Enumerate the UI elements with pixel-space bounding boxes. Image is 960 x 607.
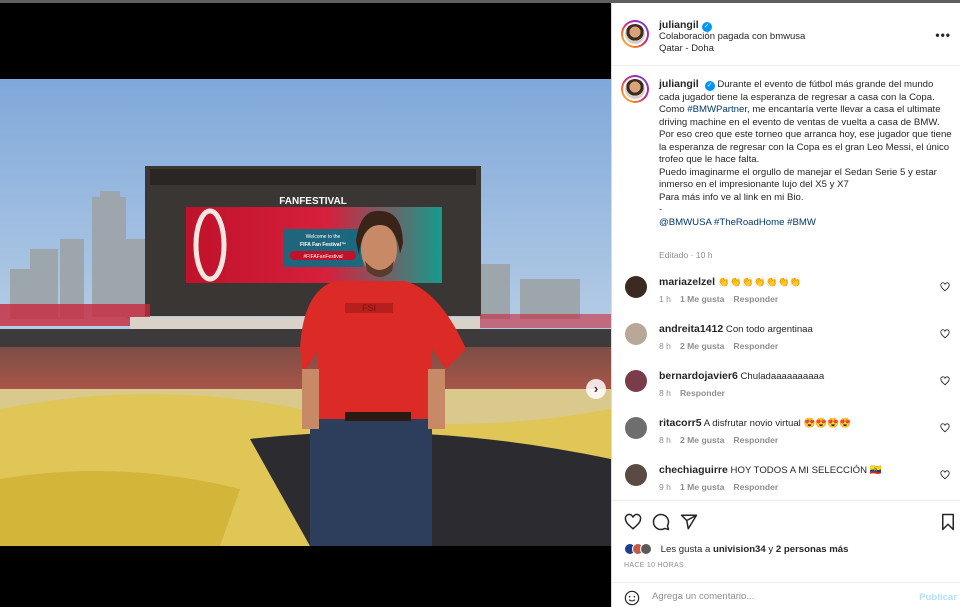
likes-text: Les gusta a univision34 y 2 personas más xyxy=(661,544,849,555)
commenter-username[interactable]: chechiaguirre xyxy=(659,464,728,476)
post-caption: juliangil ✓ Durante el evento de fútbol m… xyxy=(612,67,960,267)
heart-icon[interactable] xyxy=(624,513,642,531)
reply-button[interactable]: Responder xyxy=(733,294,778,304)
comment-time: 8 h xyxy=(659,435,671,445)
caption-edited: Editado · 10 h xyxy=(659,250,713,260)
publish-button[interactable]: Publicar xyxy=(919,592,957,603)
comment-form: Publicar xyxy=(612,582,960,607)
caption-line-6: - xyxy=(659,204,663,215)
comment-input[interactable] xyxy=(652,591,892,602)
comment-time: 8 h xyxy=(659,388,671,398)
edited-label: Editado xyxy=(659,250,689,260)
carousel-next-button[interactable]: › xyxy=(586,379,606,399)
comment-item: andreita1412 Con todo argentinaa 8 h 2 Me… xyxy=(612,323,960,369)
likes-others-link[interactable]: 2 personas más xyxy=(776,544,849,555)
caption-author-avatar[interactable] xyxy=(621,75,649,103)
post-actions: Les gusta a univision34 y 2 personas más… xyxy=(612,500,960,607)
caption-text: juliangil ✓ Durante el evento de fútbol m… xyxy=(659,78,955,229)
bookmark-icon[interactable] xyxy=(939,513,957,531)
heart-icon[interactable] xyxy=(940,470,950,480)
commenter-username[interactable]: bernardojavier6 xyxy=(659,370,738,382)
caption-line-5: Para más info ve al link en mi Bio. xyxy=(659,191,804,203)
commenter-username[interactable]: andreita1412 xyxy=(659,323,723,335)
comment-time: 1 h xyxy=(659,294,671,304)
comment-text: A disfrutar novio virtual 😍😍😍😍 xyxy=(703,418,852,429)
screen-title-text: FIFA Fan Festival™ xyxy=(300,242,346,248)
comment-likes[interactable]: 2 Me gusta xyxy=(680,341,724,351)
comment-item: ritacorr5 A disfrutar novio virtual 😍😍😍😍… xyxy=(612,417,960,463)
heart-icon[interactable] xyxy=(940,423,950,433)
post-side-panel: juliangil ✓ Colaboración pagada con bmwus… xyxy=(611,3,960,607)
caption-verified-icon: ✓ xyxy=(704,81,715,91)
comment-text: Chuladaaaaaaaaaa xyxy=(740,371,825,382)
comment-likes[interactable]: 1 Me gusta xyxy=(680,294,724,304)
emoji-icon[interactable] xyxy=(624,590,640,606)
caption-hashtag-bmwpartner[interactable]: #BMWPartner xyxy=(687,104,747,115)
post-location[interactable]: Qatar - Doha xyxy=(659,43,714,54)
shirt-logo: FSI xyxy=(362,303,376,313)
caption-username[interactable]: juliangil xyxy=(659,78,699,90)
likes-conjunction: y xyxy=(768,543,774,555)
caption-line-1: Durante el evento de fútbol más grande d… xyxy=(659,79,935,103)
comment-time: 8 h xyxy=(659,341,671,351)
edited-time: 10 h xyxy=(695,250,713,260)
reply-button[interactable]: Responder xyxy=(680,388,725,398)
heart-icon[interactable] xyxy=(940,329,950,339)
reply-button[interactable]: Responder xyxy=(733,435,778,445)
author-username[interactable]: juliangil xyxy=(659,19,699,31)
post-photo[interactable]: FANFESTIVAL Welcome to the FIFA Fan Fest… xyxy=(0,79,611,546)
comment-icon[interactable] xyxy=(652,513,670,531)
heart-icon[interactable] xyxy=(940,376,950,386)
share-icon[interactable] xyxy=(680,513,698,531)
caption-line-4: Puedo imaginarme el orgullo de manejar e… xyxy=(659,166,937,191)
heart-icon[interactable] xyxy=(940,282,950,292)
caption-line-2-prefix: Como xyxy=(659,104,688,115)
likes-prefix: Les gusta a xyxy=(660,543,711,555)
comment-item: mariazelzel 👏👏👏👏👏👏👏 1 h 1 Me gusta Respond… xyxy=(612,276,960,322)
commenter-username[interactable]: ritacorr5 xyxy=(659,417,702,429)
more-horizontal-icon[interactable]: ••• xyxy=(935,28,951,42)
caption-tags[interactable]: @BMWUSA #TheRoadHome #BMW xyxy=(659,217,816,228)
screen-welcome-text: Welcome to the xyxy=(306,234,341,240)
collab-partner-link[interactable]: bmwusa xyxy=(770,31,805,42)
likes-summary[interactable]: Les gusta a univision34 y 2 personas más xyxy=(624,543,848,555)
liker-avatar xyxy=(640,543,652,555)
reply-button[interactable]: Responder xyxy=(733,341,778,351)
comment-text: HOY TODOS A MI SELECCIÓN 🇪🇨 xyxy=(730,465,882,476)
post-timestamp: HACE 10 HORAS xyxy=(624,562,684,569)
caption-line-3: Por eso creo que este torneo que arranca… xyxy=(659,129,952,165)
paid-partnership: Colaboración pagada con bmwusa xyxy=(659,31,805,42)
reply-button[interactable]: Responder xyxy=(733,482,778,492)
screen-brand-text: FANFESTIVAL xyxy=(279,196,347,207)
commenter-avatar[interactable] xyxy=(625,323,647,345)
comment-text: Con todo argentinaa xyxy=(725,324,813,335)
commenter-avatar[interactable] xyxy=(625,276,647,298)
commenter-avatar[interactable] xyxy=(625,417,647,439)
comment-item: bernardojavier6 Chuladaaaaaaaaaa 8 h Resp… xyxy=(612,370,960,416)
commenter-avatar[interactable] xyxy=(625,464,647,486)
commenter-username[interactable]: mariazelzel xyxy=(659,276,715,288)
post-media: FANFESTIVAL Welcome to the FIFA Fan Fest… xyxy=(0,3,611,607)
comment-likes[interactable]: 2 Me gusta xyxy=(680,435,724,445)
comment-likes[interactable]: 1 Me gusta xyxy=(680,482,724,492)
likes-user-link[interactable]: univision34 xyxy=(713,544,766,555)
collab-prefix: Colaboración pagada con xyxy=(659,31,768,42)
screen-hashtag-text: #FIFAFanFestival xyxy=(303,254,342,260)
commenter-avatar[interactable] xyxy=(625,370,647,392)
author-avatar[interactable] xyxy=(621,20,649,48)
comment-time: 9 h xyxy=(659,482,671,492)
comment-text: 👏👏👏👏👏👏👏 xyxy=(717,277,802,288)
post-header: juliangil ✓ Colaboración pagada con bmwus… xyxy=(612,3,960,66)
